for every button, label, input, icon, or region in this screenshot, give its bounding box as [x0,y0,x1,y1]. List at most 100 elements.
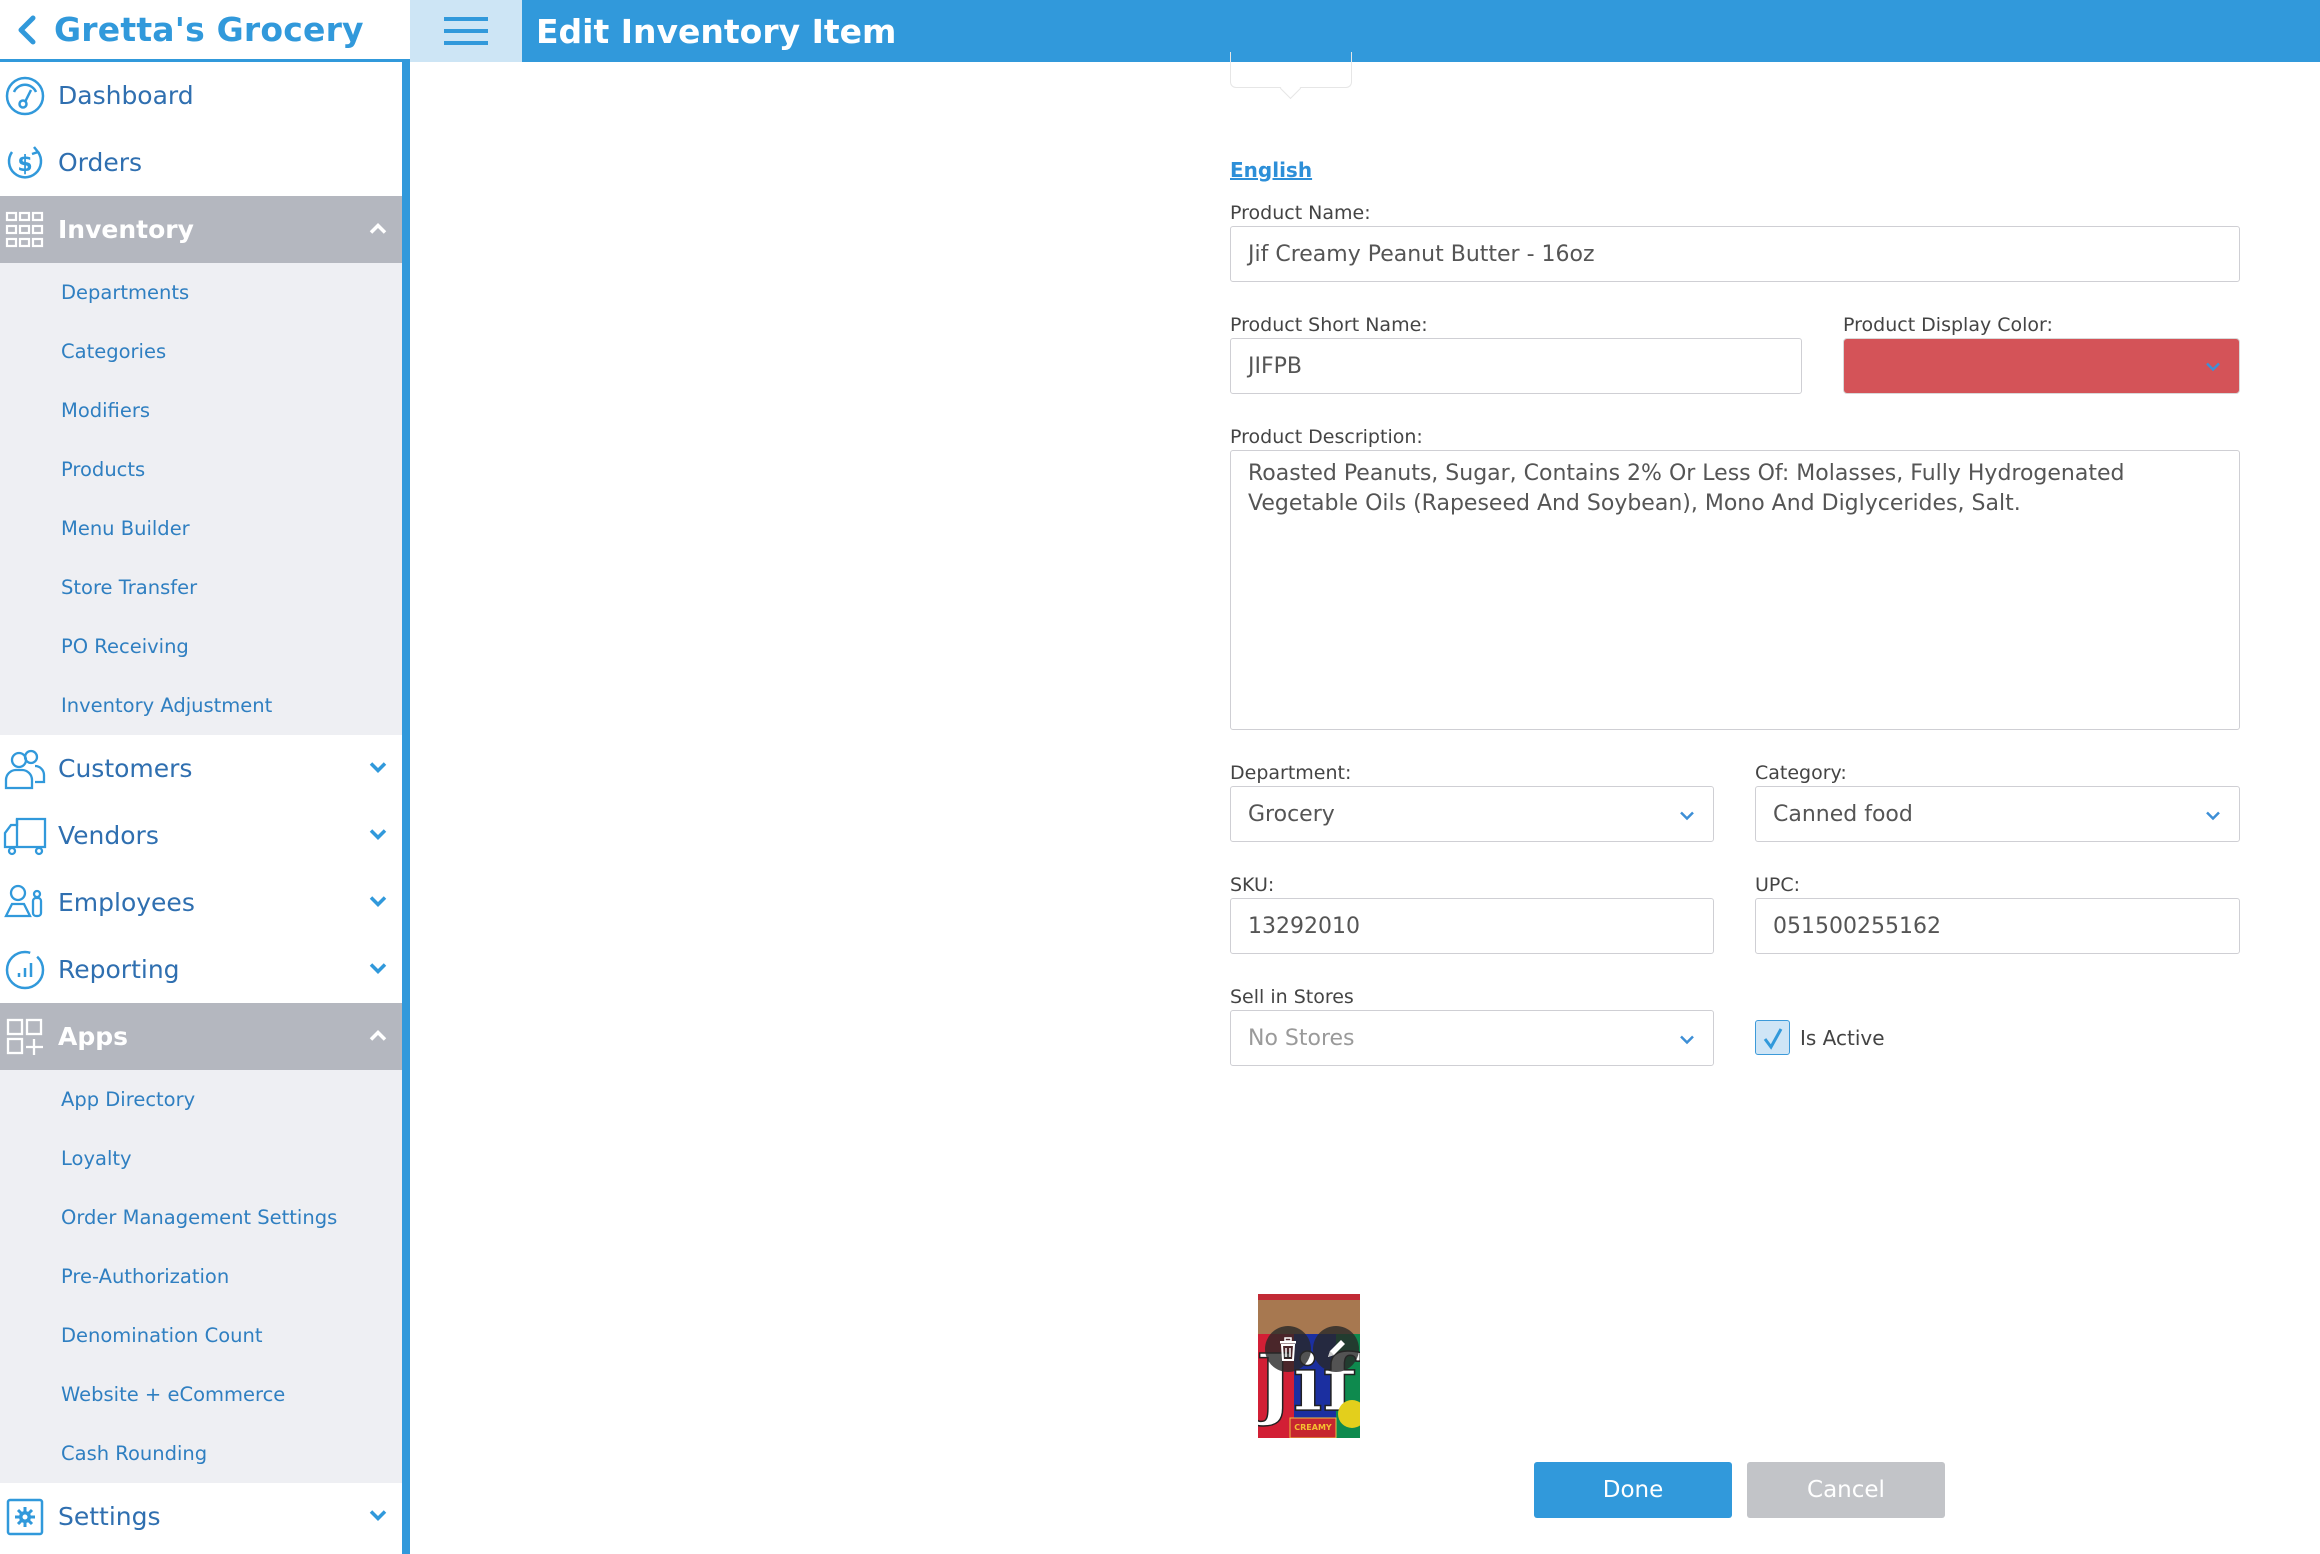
inventory-submenu: Departments Categories Modifiers Product… [0,263,402,735]
delete-image-button[interactable] [1265,1326,1311,1372]
sku-input[interactable]: 13292010 [1230,898,1714,954]
sidebar-item-label: Employees [58,888,195,917]
chevron-up-icon[interactable] [368,1027,388,1046]
category-value: Canned food [1773,801,1913,827]
page-title: Edit Inventory Item [536,11,897,51]
sidebar-item-vendors[interactable]: Vendors [0,802,402,869]
hamburger-menu-button[interactable] [410,0,522,62]
sidebar-subitem-cash-rounding[interactable]: Cash Rounding [0,1424,402,1483]
sidebar-subitem-products[interactable]: Products [0,440,402,499]
edit-item-form: English Inventory Non-Inventory Serializ… [410,52,2320,1554]
trash-icon [1280,1337,1296,1361]
employee-badge-icon [2,880,48,926]
truck-icon [2,813,48,859]
sidebar-item-employees[interactable]: Employees [0,869,402,936]
sidebar-item-label: Customers [58,754,193,783]
sidebar-subitem-modifiers[interactable]: Modifiers [0,381,402,440]
upc-label: UPC: [1755,874,1801,896]
tooltip-fragment [1230,52,1352,88]
sidebar-item-label: Vendors [58,821,159,850]
short-name-input[interactable]: JIFPB [1230,338,1802,394]
sidebar-subitem-categories[interactable]: Categories [0,322,402,381]
is-active-label: Is Active [1800,1026,1885,1050]
chevron-down-icon [2205,802,2221,827]
sidebar-item-apps[interactable]: Apps [0,1003,402,1070]
grid-icon [2,207,48,253]
sidebar-subitem-pre-authorization[interactable]: Pre-Authorization [0,1247,402,1306]
sidebar-subitem-inventory-adjustment[interactable]: Inventory Adjustment [0,676,402,735]
sell-in-stores-placeholder: No Stores [1248,1025,1355,1051]
short-name-label: Product Short Name: [1230,314,1428,336]
checkmark-icon [1763,1027,1782,1050]
sidebar-nav: Dashboard $ Orders Inventory Departments… [0,62,402,1550]
department-label: Department: [1230,762,1352,784]
product-name-label: Product Name: [1230,202,1371,224]
back-chevron-icon[interactable] [0,15,54,45]
gear-icon [2,1494,48,1540]
upc-input[interactable]: 051500255162 [1755,898,2240,954]
chevron-down-icon [1679,802,1695,827]
apps-submenu: App Directory Loyalty Order Management S… [0,1070,402,1483]
is-active-checkbox[interactable] [1755,1020,1790,1055]
sidebar-subitem-app-directory[interactable]: App Directory [0,1070,402,1129]
top-header: Edit Inventory Item [410,0,2320,62]
description-textarea[interactable]: Roasted Peanuts, Sugar, Contains 2% Or L… [1230,450,2240,730]
brand-bar: Gretta's Grocery [0,0,410,62]
chevron-down-icon[interactable] [368,960,388,979]
sidebar-item-inventory[interactable]: Inventory [0,196,402,263]
sidebar-item-label: Settings [58,1502,161,1531]
apps-add-icon [2,1014,48,1060]
sku-label: SKU: [1230,874,1275,896]
sell-in-stores-label: Sell in Stores [1230,986,1354,1008]
sidebar-item-label: Orders [58,148,143,177]
sidebar-subitem-po-receiving[interactable]: PO Receiving [0,617,402,676]
sidebar-item-customers[interactable]: Customers [0,735,402,802]
edit-image-button[interactable] [1313,1326,1359,1372]
chevron-down-icon [1679,1026,1695,1051]
description-label: Product Description: [1230,426,1423,448]
sidebar-item-label: Dashboard [58,81,194,110]
done-button[interactable]: Done [1534,1462,1732,1518]
display-color-select[interactable] [1843,338,2240,394]
chevron-down-icon[interactable] [368,759,388,778]
chevron-up-icon[interactable] [368,220,388,239]
sidebar: Gretta's Grocery Dashboard $ Orders Inve… [0,0,410,1554]
sidebar-item-settings[interactable]: Settings [0,1483,402,1550]
product-image: Jif CREAMY [1258,1294,1360,1438]
sidebar-item-label: Reporting [58,955,180,984]
chevron-down-icon [2205,357,2221,376]
sidebar-subitem-menu-builder[interactable]: Menu Builder [0,499,402,558]
sidebar-subitem-loyalty[interactable]: Loyalty [0,1129,402,1188]
sidebar-item-label: Apps [58,1022,129,1051]
cancel-button[interactable]: Cancel [1747,1462,1945,1518]
category-select[interactable]: Canned food [1755,786,2240,842]
sidebar-subitem-store-transfer[interactable]: Store Transfer [0,558,402,617]
department-value: Grocery [1248,801,1335,827]
hamburger-icon [444,17,488,45]
sidebar-scrollbar[interactable] [402,62,410,1554]
chart-circle-icon [2,947,48,993]
image-sub-text: CREAMY [1294,1423,1332,1432]
chevron-down-icon[interactable] [368,826,388,845]
language-link-english[interactable]: English [1230,158,1312,182]
sidebar-item-dashboard[interactable]: Dashboard [0,62,402,129]
sell-in-stores-select[interactable]: No Stores [1230,1010,1714,1066]
users-icon [2,746,48,792]
sidebar-item-reporting[interactable]: Reporting [0,936,402,1003]
sidebar-subitem-website-ecommerce[interactable]: Website + eCommerce [0,1365,402,1424]
sidebar-item-label: Inventory [58,215,194,244]
svg-text:$: $ [17,152,32,177]
sidebar-subitem-order-management-settings[interactable]: Order Management Settings [0,1188,402,1247]
department-select[interactable]: Grocery [1230,786,1714,842]
app-name[interactable]: Gretta's Grocery [54,10,364,49]
dashboard-gauge-icon [2,73,48,119]
display-color-label: Product Display Color: [1843,314,2053,336]
dollar-refresh-icon: $ [2,140,48,186]
chevron-down-icon[interactable] [368,1507,388,1526]
product-name-input[interactable]: Jif Creamy Peanut Butter - 16oz [1230,226,2240,282]
chevron-down-icon[interactable] [368,893,388,912]
sidebar-subitem-departments[interactable]: Departments [0,263,402,322]
sidebar-subitem-denomination-count[interactable]: Denomination Count [0,1306,402,1365]
pencil-icon [1328,1340,1345,1357]
sidebar-item-orders[interactable]: $ Orders [0,129,402,196]
